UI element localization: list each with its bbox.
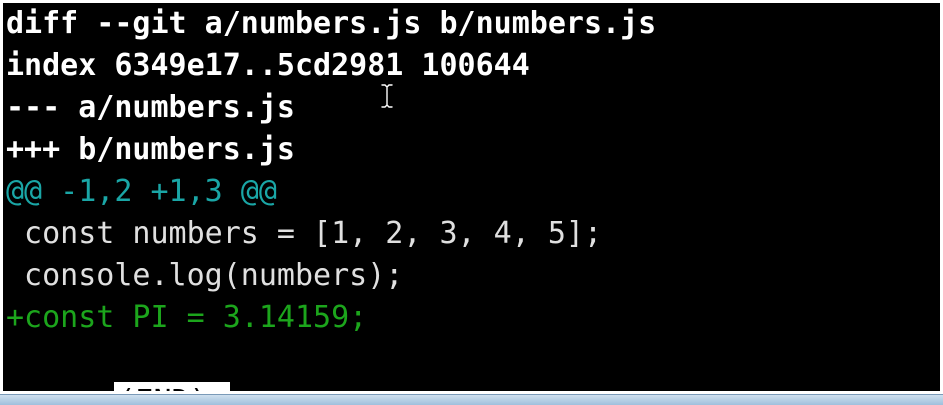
diff-new-file-line: +++ b/numbers.js — [6, 132, 295, 167]
pager-status-row: (END) — [6, 339, 940, 391]
window-bottom-edge — [0, 394, 943, 405]
diff-hunk-header: @@ -1,2 +1,3 @@ — [6, 174, 277, 209]
text-cursor-icon — [380, 83, 394, 109]
diff-header-line: diff --git a/numbers.js b/numbers.js — [6, 6, 657, 41]
diff-added-line: +const PI = 3.14159; — [6, 300, 368, 335]
diff-old-file-line: --- a/numbers.js — [6, 90, 295, 125]
diff-context-line: const numbers = [1, 2, 3, 4, 5]; — [6, 216, 603, 251]
diff-index-line: index 6349e17..5cd2981 100644 — [6, 48, 530, 83]
terminal-pane[interactable]: diff --git a/numbers.js b/numbers.js ind… — [3, 3, 940, 391]
pager-status: (END) — [114, 382, 230, 391]
terminal-window: diff --git a/numbers.js b/numbers.js ind… — [0, 0, 943, 405]
diff-context-line: console.log(numbers); — [6, 258, 404, 293]
